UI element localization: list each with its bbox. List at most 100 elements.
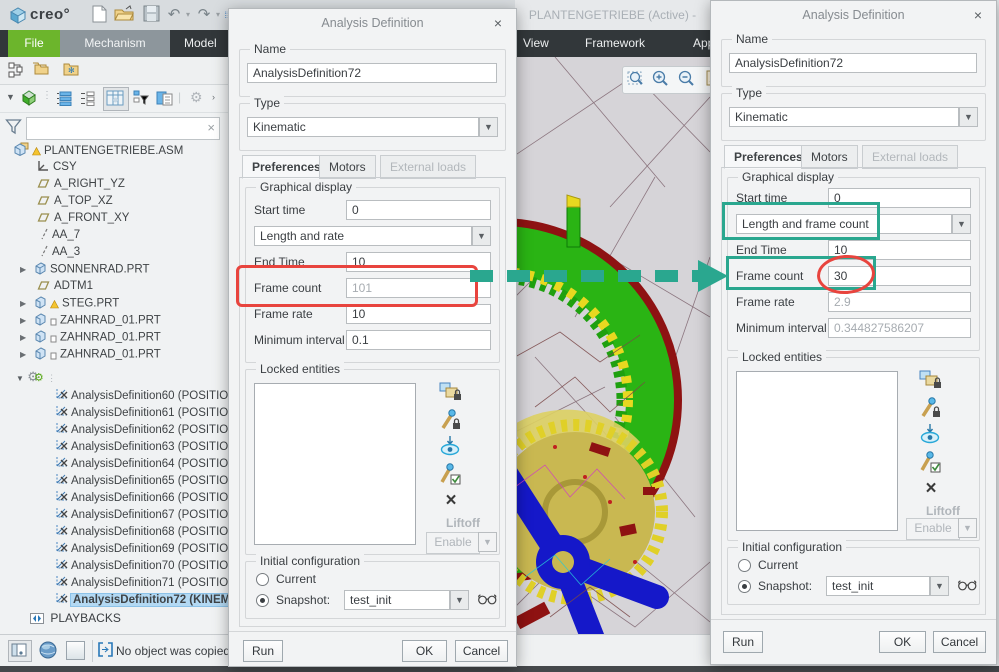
expand-arrow-icon[interactable]: ▶	[20, 261, 29, 278]
lock-connection-icon[interactable]	[918, 396, 944, 420]
tree-item[interactable]: AA_3	[0, 244, 228, 261]
tab-applications[interactable]: Applications	[693, 30, 710, 57]
tree-item[interactable]: PLANTENGETRIEBE.ASM	[0, 142, 228, 159]
snapshot-select[interactable]: test_init	[344, 590, 450, 610]
analysis-item[interactable]: AnalysisDefinition67 (POSITION)	[0, 507, 228, 524]
tab-mechanism[interactable]: Mechanism	[60, 30, 170, 57]
save-icon[interactable]	[140, 5, 162, 25]
tree-item[interactable]: A_TOP_XZ	[0, 193, 228, 210]
duration-mode-select[interactable]: Length and frame count	[736, 214, 952, 234]
analysis-item[interactable]: AnalysisDefinition62 (POSITION)	[0, 422, 228, 439]
type-dropdown-icon[interactable]: ▼	[959, 107, 978, 127]
analysis-item[interactable]: AnalysisDefinition63 (POSITION)	[0, 439, 228, 456]
tab-external-loads[interactable]: External loads	[380, 155, 477, 179]
end-time-input[interactable]	[346, 252, 491, 272]
frame-count-input[interactable]	[828, 266, 971, 286]
minimum-interval-input[interactable]	[346, 330, 491, 350]
tab-framework[interactable]: Framework	[585, 30, 645, 57]
mechanism-analyses-header[interactable]: ▼ ⚙⚙ ⋮	[0, 368, 228, 385]
end-time-input[interactable]	[828, 240, 971, 260]
lock-bodies-icon[interactable]	[918, 368, 944, 392]
snapshot-preview-icon[interactable]	[918, 422, 944, 446]
current-radio[interactable]	[738, 559, 751, 572]
analysis-item[interactable]: AnalysisDefinition68 (POSITION)	[0, 524, 228, 541]
undo-icon[interactable]: ↶	[163, 5, 185, 25]
snapshot-select[interactable]: test_init	[826, 576, 930, 596]
preview-glasses-icon[interactable]	[477, 592, 498, 608]
close-icon[interactable]: ×	[490, 15, 506, 31]
tree-item[interactable]: A_FRONT_XY	[0, 210, 228, 227]
snapshot-dropdown-icon[interactable]: ▼	[450, 590, 469, 610]
name-input[interactable]	[729, 53, 977, 73]
ok-button[interactable]: OK	[879, 631, 926, 653]
duration-mode-dropdown-icon[interactable]: ▼	[952, 214, 971, 234]
analysis-item[interactable]: AnalysisDefinition64 (POSITION)	[0, 456, 228, 473]
tree-item[interactable]: ADTM1	[0, 278, 228, 295]
name-input[interactable]	[247, 63, 497, 83]
tree-item[interactable]: ▶ ZAHNRAD_01.PRT	[0, 329, 228, 346]
locked-entities-list[interactable]	[254, 383, 416, 545]
tree-item[interactable]: ▶ SONNENRAD.PRT	[0, 261, 228, 278]
playbacks-item[interactable]: PLAYBACKS	[0, 610, 228, 627]
liftoff-enable-button[interactable]: Enable	[426, 532, 480, 554]
liftoff-enable-dropdown-icon[interactable]: ▼	[478, 532, 497, 552]
fullscreen-toggle-icon[interactable]	[66, 641, 85, 660]
analysis-item[interactable]: AnalysisDefinition61 (POSITION)	[0, 405, 228, 422]
snapshot-dropdown-icon[interactable]: ▼	[930, 576, 949, 596]
open-file-icon[interactable]	[113, 5, 135, 25]
frame-rate-input[interactable]	[346, 304, 491, 324]
show-cube-icon[interactable]	[20, 89, 38, 110]
snapshot-radio[interactable]	[256, 594, 269, 607]
clear-search-icon[interactable]: ×	[207, 120, 215, 136]
new-file-icon[interactable]	[88, 5, 110, 25]
tab-file[interactable]: File	[8, 30, 60, 57]
snapshot-radio[interactable]	[738, 580, 751, 593]
tab-preferences[interactable]: Preferences	[242, 155, 331, 179]
tab-view[interactable]: View	[523, 30, 549, 57]
toolbar-overflow-icon[interactable]: ›	[212, 92, 215, 102]
snapshot-preview-icon[interactable]	[438, 434, 464, 458]
tree-item[interactable]: CSY	[0, 159, 228, 176]
tree-search-input[interactable]: ×	[26, 117, 220, 140]
tree-columns-toggle[interactable]	[103, 87, 129, 111]
enable-connection-icon[interactable]	[918, 450, 944, 474]
redo-icon[interactable]: ↷	[193, 5, 215, 25]
delete-locked-icon[interactable]: ×	[918, 478, 944, 502]
analysis-item-selected[interactable]: AnalysisDefinition72 (KINEMATICS)	[0, 592, 228, 609]
duration-mode-dropdown-icon[interactable]: ▼	[472, 226, 491, 246]
analysis-item[interactable]: AnalysisDefinition69 (POSITION)	[0, 541, 228, 558]
close-icon[interactable]: ×	[970, 7, 986, 23]
tab-external-loads[interactable]: External loads	[862, 145, 959, 169]
ok-button[interactable]: OK	[402, 640, 447, 662]
type-select[interactable]: Kinematic	[247, 117, 479, 137]
tab-motors[interactable]: Motors	[319, 155, 376, 179]
start-time-input[interactable]	[346, 200, 491, 220]
tree-item[interactable]: A_RIGHT_YZ	[0, 176, 228, 193]
expand-arrow-icon[interactable]: ▶	[20, 346, 29, 363]
tab-model[interactable]: Model	[184, 30, 217, 57]
tree-settings-columns-icon[interactable]	[156, 90, 173, 109]
current-radio[interactable]	[256, 573, 269, 586]
liftoff-enable-button[interactable]: Enable	[906, 518, 960, 540]
tree-item[interactable]: AA_7	[0, 227, 228, 244]
preview-glasses-icon[interactable]	[957, 578, 978, 594]
tab-preferences[interactable]: Preferences	[724, 145, 813, 169]
undo-dropdown-icon[interactable]: ▾	[183, 5, 193, 25]
tab-motors[interactable]: Motors	[801, 145, 858, 169]
run-button[interactable]: Run	[243, 640, 283, 662]
expand-arrow-icon[interactable]: ▶	[20, 295, 29, 312]
liftoff-enable-dropdown-icon[interactable]: ▼	[958, 518, 977, 538]
tree-item[interactable]: ▶ ZAHNRAD_01.PRT	[0, 312, 228, 329]
type-dropdown-icon[interactable]: ▼	[479, 117, 498, 137]
delete-locked-icon[interactable]: ×	[438, 490, 464, 514]
duration-mode-select[interactable]: Length and rate	[254, 226, 472, 246]
analysis-item[interactable]: AnalysisDefinition66 (POSITION)	[0, 490, 228, 507]
tree-filter-icon[interactable]	[133, 90, 149, 109]
folder-browser-tab-icon[interactable]	[32, 61, 50, 80]
navigator-toggle-icon[interactable]	[8, 640, 32, 662]
tree-item[interactable]: ▶ ZAHNRAD_01.PRT	[0, 346, 228, 363]
collapse-arrow-icon[interactable]: ▼	[16, 374, 24, 383]
redo-dropdown-icon[interactable]: ▾	[213, 5, 223, 25]
model-tree-tab-icon[interactable]	[8, 62, 24, 81]
cancel-button[interactable]: Cancel	[455, 640, 508, 662]
